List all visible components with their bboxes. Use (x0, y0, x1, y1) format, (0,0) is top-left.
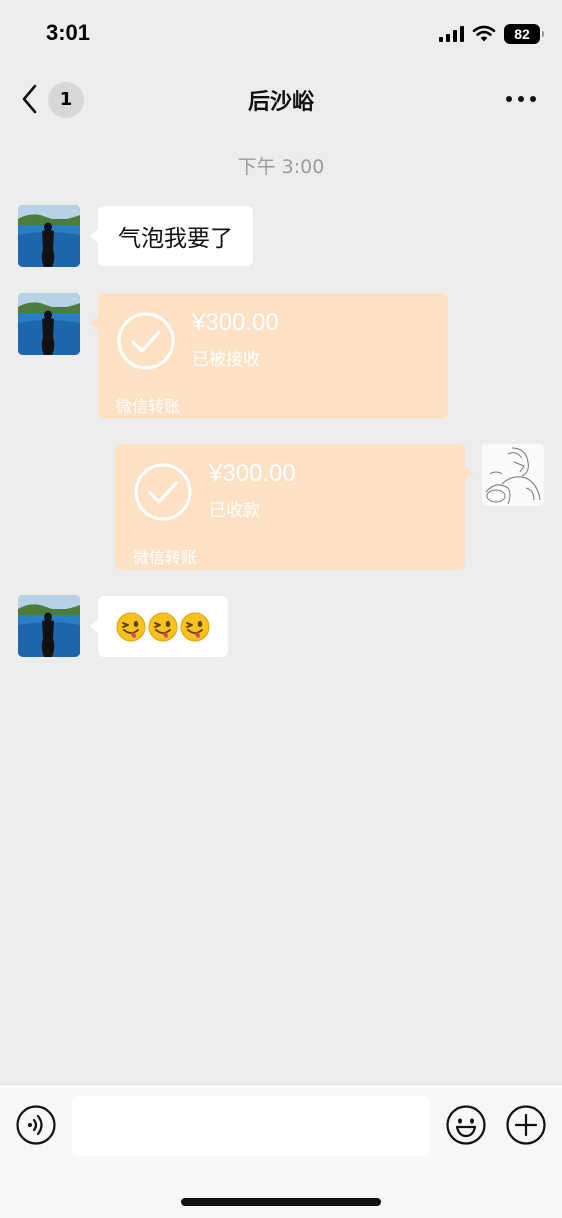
chat-screen: 3:01 82 1 后沙峪 下午 3:00 气泡我要了 ¥300.00 已被接收… (0, 0, 562, 1218)
chat-title: 后沙峪 (247, 90, 314, 115)
contact-avatar[interactable] (18, 205, 80, 267)
message-input[interactable] (72, 1096, 430, 1156)
contact-avatar[interactable] (18, 595, 80, 657)
winking-tongue-face-icon (148, 612, 178, 642)
check-circle-icon (133, 462, 193, 522)
my-avatar[interactable] (482, 444, 544, 506)
transfer-amount: ¥300.00 (209, 460, 296, 487)
message-bubble-text[interactable]: 气泡我要了 (90, 206, 253, 266)
voice-icon[interactable] (16, 1105, 56, 1145)
transfer-amount: ¥300.00 (192, 309, 279, 336)
transfer-label: 微信转账 (133, 548, 198, 567)
message-bubble-emoji[interactable] (90, 596, 228, 657)
message-text: 气泡我要了 (118, 226, 233, 252)
wifi-icon (472, 25, 496, 42)
transfer-card-accepted[interactable]: ¥300.00 已被接收 微信转账 (90, 293, 448, 419)
status-bar: 3:01 82 (0, 0, 562, 66)
transfer-status: 已被接收 (192, 350, 260, 370)
more-button[interactable] (506, 88, 536, 110)
transfer-status: 已收款 (209, 501, 260, 521)
status-time: 3:01 (46, 20, 91, 45)
winking-tongue-face-icon (116, 612, 146, 642)
message-timestamp: 下午 3:00 (237, 156, 325, 178)
plus-circle-icon[interactable] (506, 1105, 546, 1145)
battery-icon: 82 (504, 24, 544, 44)
more-dots-icon (506, 96, 512, 102)
emoji-row (116, 612, 210, 642)
status-icons: 82 (439, 22, 544, 46)
check-circle-icon (116, 311, 176, 371)
home-indicator[interactable] (181, 1198, 381, 1206)
transfer-label: 微信转账 (116, 397, 181, 416)
signal-icon (439, 26, 464, 42)
winking-tongue-face-icon (180, 612, 210, 642)
smile-icon[interactable] (446, 1105, 486, 1145)
transfer-card-received[interactable]: ¥300.00 已收款 微信转账 (115, 444, 473, 570)
nav-bar: 1 后沙峪 (0, 66, 562, 132)
contact-avatar[interactable] (18, 293, 80, 355)
